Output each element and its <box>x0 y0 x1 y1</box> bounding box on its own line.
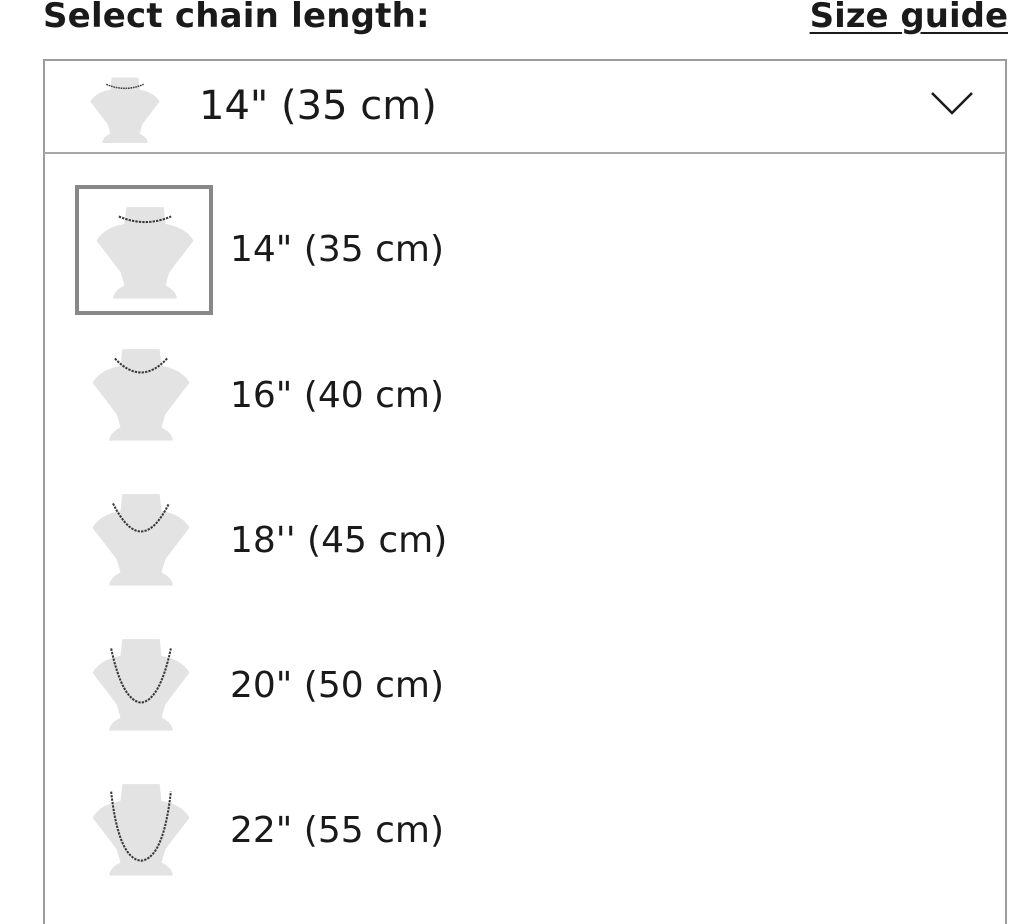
option-thumbnail <box>75 331 213 461</box>
size-guide-link[interactable]: Size guide <box>810 0 1008 36</box>
option-thumbnail <box>75 621 213 751</box>
option-18-inch[interactable]: 18'' (45 cm) <box>45 476 1005 616</box>
selector-header: Select chain length: Size guide <box>43 0 1008 44</box>
chain-length-selector: Select chain length: Size guide 14" (35 … <box>0 0 1024 924</box>
bust-necklace-icon <box>92 784 190 876</box>
option-label: 16" (40 cm) <box>230 375 445 416</box>
option-thumbnail <box>75 766 213 896</box>
chevron-down-icon[interactable] <box>929 89 975 121</box>
option-14-inch[interactable]: 14" (35 cm) <box>45 185 1005 325</box>
bust-necklace-icon <box>85 71 165 151</box>
bust-necklace-icon <box>96 207 194 299</box>
option-20-inch[interactable]: 20" (50 cm) <box>45 621 1005 761</box>
option-22-inch[interactable]: 22" (55 cm) <box>45 766 1005 906</box>
option-label: 20" (50 cm) <box>230 665 445 706</box>
chain-length-select[interactable]: 14" (35 cm) <box>43 59 1007 154</box>
option-16-inch[interactable]: 16" (40 cm) <box>45 331 1005 471</box>
option-label: 14" (35 cm) <box>230 229 445 270</box>
bust-necklace-icon <box>92 494 190 586</box>
selected-value: 14" (35 cm) <box>199 83 437 129</box>
option-label: 18'' (45 cm) <box>230 520 448 561</box>
option-thumbnail <box>75 185 213 315</box>
selector-title: Select chain length: <box>43 0 430 36</box>
bust-necklace-icon <box>92 639 190 731</box>
option-label: 22" (55 cm) <box>230 810 445 851</box>
chain-length-options-list: 14" (35 cm) 16" (40 cm) 18'' (45 cm) 20"… <box>43 154 1007 924</box>
option-thumbnail <box>75 476 213 606</box>
bust-necklace-icon <box>92 349 190 441</box>
